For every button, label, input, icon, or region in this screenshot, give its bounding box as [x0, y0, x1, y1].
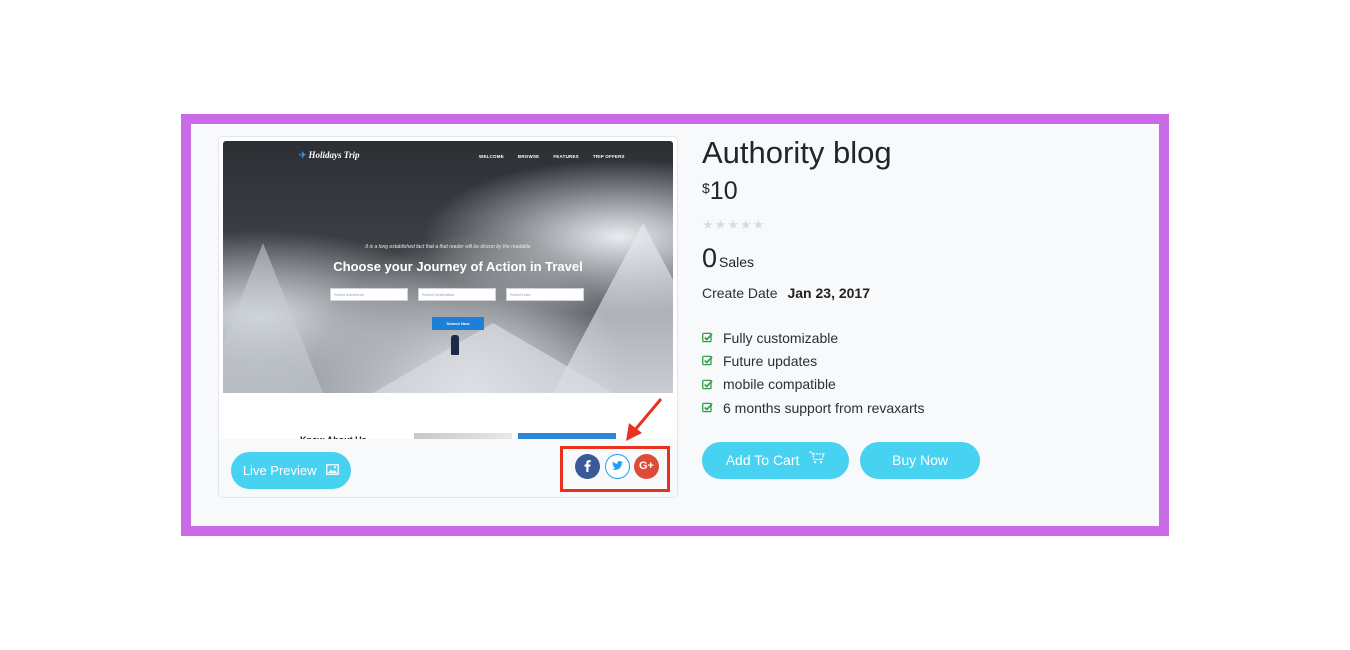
add-to-cart-label: Add To Cart [725, 452, 800, 468]
check-square-icon [702, 379, 713, 390]
price-currency: $ [702, 180, 710, 196]
add-to-cart-button[interactable]: Add To Cart [702, 442, 849, 479]
thumb-field: Select Date [506, 288, 584, 301]
product-title: Authority blog [702, 135, 892, 170]
feature-text: mobile compatible [723, 376, 836, 393]
thumb-below-fold: Know About Us [223, 393, 673, 445]
thumb-nav-item: WELCOME [479, 154, 504, 159]
star-icon: ★ [739, 217, 752, 232]
thumb-search-button: Search Now [432, 317, 484, 330]
star-icon: ★ [702, 217, 714, 232]
price-amount: 10 [709, 177, 738, 205]
check-square-icon [702, 356, 713, 366]
product-card: ✈ Holidays Trip WELCOME BROWSE FEATURES T… [191, 124, 1159, 526]
star-icon: ★ [727, 217, 739, 232]
thumb-logo: ✈ Holidays Trip [299, 150, 360, 160]
feature-item: Future updates [702, 349, 925, 372]
facebook-icon[interactable] [575, 454, 600, 479]
preview-panel: ✈ Holidays Trip WELCOME BROWSE FEATURES T… [218, 136, 678, 498]
sales-number: 0 [702, 243, 718, 273]
star-icon: ★ [752, 217, 765, 232]
twitter-icon[interactable] [605, 454, 630, 479]
feature-text: 6 months support from revaxarts [723, 399, 925, 416]
thumb-nav-item: FEATURES [553, 154, 579, 159]
snow-slope [373, 323, 613, 393]
thumb-nav: WELCOME BROWSE FEATURES TRIP OFFERS [479, 154, 625, 159]
check-square-icon [702, 332, 713, 343]
product-price: $10 [702, 177, 738, 206]
create-date-value: Jan 23, 2017 [787, 285, 870, 301]
create-date: Create Date Jan 23, 2017 [702, 285, 870, 301]
live-preview-button[interactable]: Live Preview [231, 452, 351, 489]
thumb-search-fields: Select Adventure Select Destination Sele… [330, 288, 584, 301]
feature-text: Fully customizable [723, 329, 839, 346]
feature-list: Fully customizable Future updates mobile… [702, 326, 925, 419]
thumb-nav-item: TRIP OFFERS [592, 154, 625, 159]
buy-now-button[interactable]: Buy Now [860, 442, 980, 479]
feature-item: mobile compatible [702, 373, 925, 396]
feature-text: Future updates [723, 352, 818, 369]
thumb-field: Select Adventure [330, 288, 408, 301]
highlight-frame: ✈ Holidays Trip WELCOME BROWSE FEATURES T… [181, 114, 1169, 536]
feature-item: Fully customizable [702, 326, 925, 349]
thumb-field: Select Destination [418, 288, 496, 301]
thumb-hiker [451, 335, 459, 355]
logo-icon: ✈ [299, 150, 307, 160]
cart-icon [809, 441, 826, 478]
google-plus-icon[interactable]: G+ [634, 454, 659, 479]
star-icon: ★ [714, 217, 727, 232]
check-square-icon [702, 402, 713, 413]
sales-count: 0 Sales [702, 243, 754, 274]
thumb-nav-item: BROWSE [517, 154, 540, 159]
rating-stars: ★ ★ ★ ★ ★ [702, 217, 764, 233]
annotation-arrow [620, 395, 664, 448]
image-icon [326, 452, 340, 489]
create-date-label: Create Date [702, 285, 778, 301]
thumb-tagline: It is a long established fact that a tha… [365, 244, 531, 250]
template-thumbnail[interactable]: ✈ Holidays Trip WELCOME BROWSE FEATURES T… [223, 141, 673, 393]
sales-label: Sales [719, 254, 755, 270]
feature-item: 6 months support from revaxarts [702, 396, 925, 419]
thumb-headline: Choose your Journey of Action in Travel [333, 259, 583, 274]
live-preview-label: Live Preview [242, 463, 317, 478]
